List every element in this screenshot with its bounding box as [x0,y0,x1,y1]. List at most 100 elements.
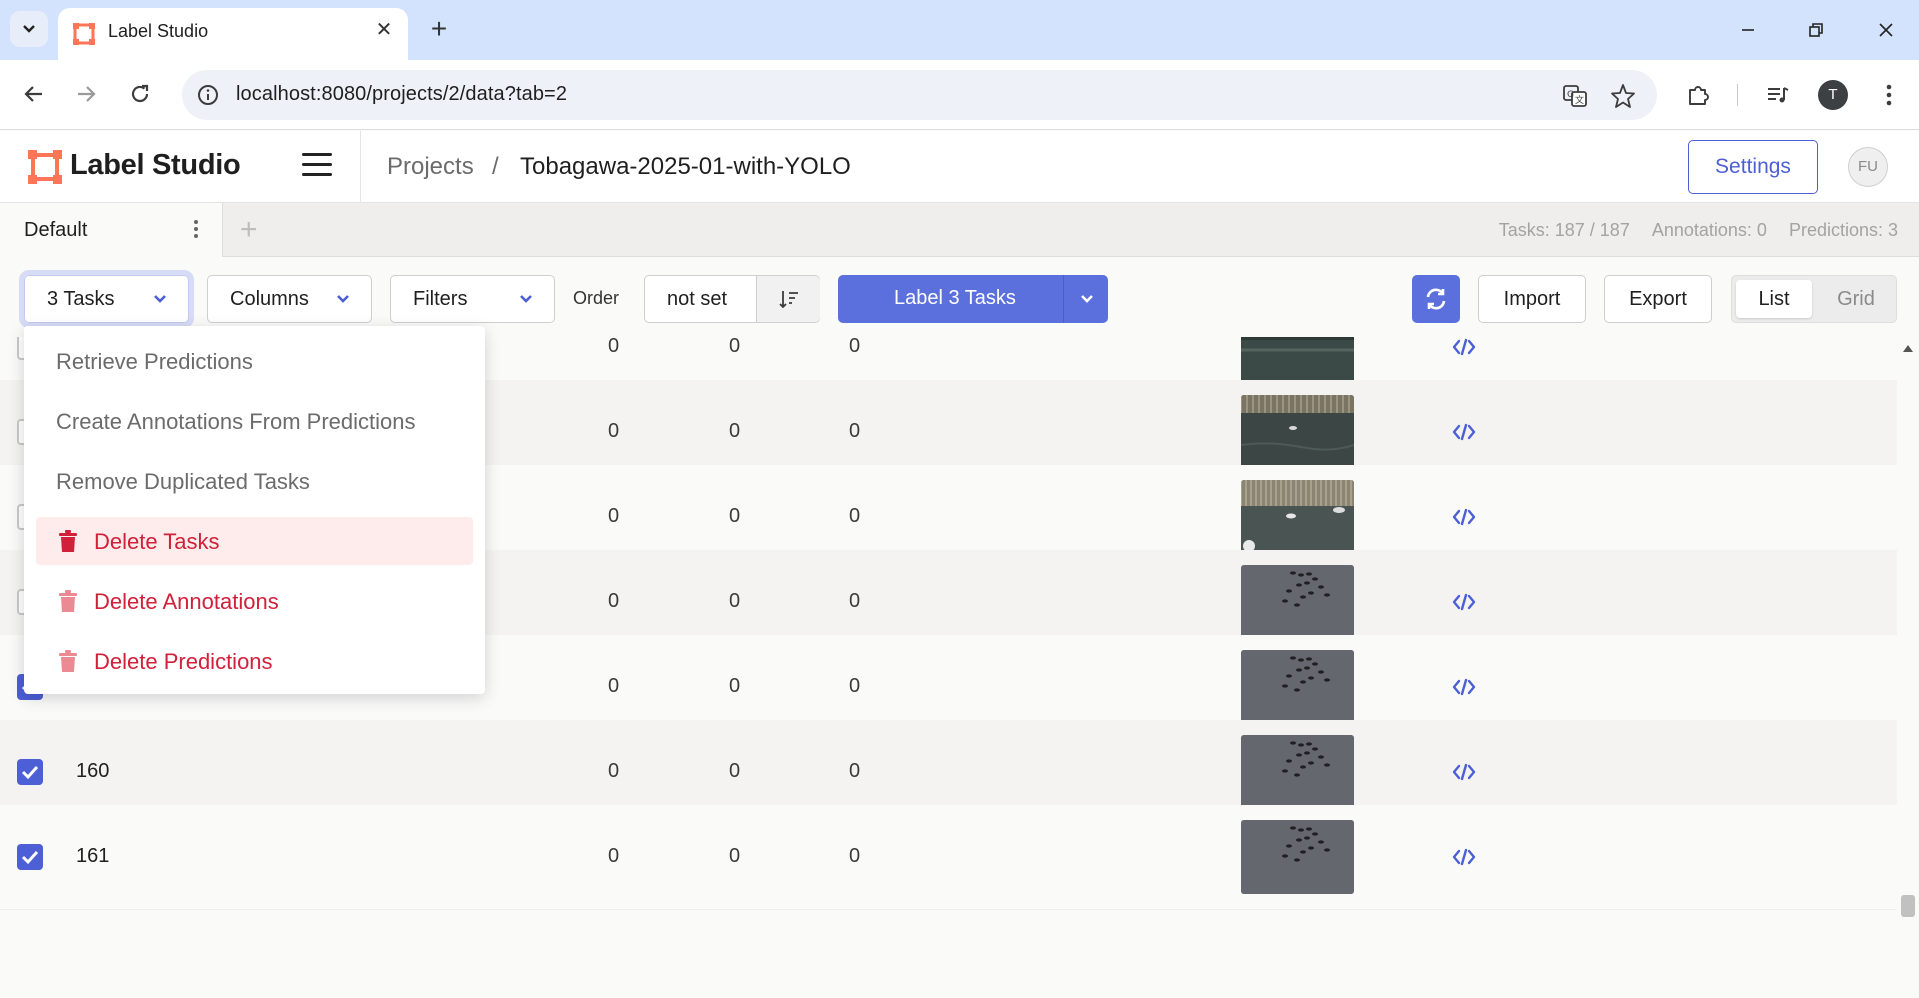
cell-cancelled: 0 [729,845,741,867]
chevron-down-icon [23,25,35,33]
code-icon[interactable] [1452,848,1476,866]
tab-default-label: Default [24,219,88,241]
profile-avatar[interactable]: T [1818,80,1848,110]
scrollbar-thumb[interactable] [1901,895,1915,917]
cell-cancelled: 0 [729,675,741,697]
browser-menu-button[interactable] [1874,80,1904,110]
label-tasks-label: Label 3 Tasks [894,287,1016,309]
order-value[interactable]: not set [667,288,727,311]
close-icon [1879,23,1893,37]
columns-label: Columns [230,288,309,310]
back-button[interactable] [14,74,54,114]
minimize-button[interactable] [1724,10,1772,50]
arrow-left-icon [24,86,42,102]
task-image-thumbnail[interactable] [1241,565,1354,639]
cell-cancelled: 0 [729,420,741,442]
tab-default[interactable]: Default [0,203,223,257]
close-window-button[interactable] [1862,10,1910,50]
task-image-thumbnail[interactable] [1241,650,1354,724]
puzzle-icon [1689,86,1709,105]
refresh-button[interactable] [1412,275,1460,323]
tab-options-icon[interactable] [192,217,200,241]
tasks-actions-button[interactable]: 3 Tasks [19,270,194,328]
menu-item-delete-predictions[interactable]: Delete Predictions [36,637,473,685]
cell-predictions: 0 [849,505,861,527]
filters-label: Filters [413,288,468,310]
task-image-thumbnail[interactable] [1241,735,1354,809]
browser-tab[interactable]: Label Studio ✕ [58,8,408,60]
menu-item-label: Create Annotations From Predictions [56,409,416,434]
code-icon[interactable] [1452,423,1476,441]
import-button[interactable]: Import [1478,275,1586,323]
refresh-icon [1426,288,1446,310]
view-mode-toggle: List Grid [1731,275,1897,323]
site-info-icon[interactable] [196,83,220,107]
logo-text[interactable]: Label Studio [70,149,241,182]
reload-button[interactable] [120,74,160,114]
media-controls-button[interactable] [1763,80,1793,110]
code-icon[interactable] [1452,763,1476,781]
order-label: Order [573,288,620,308]
menu-item-delete-tasks[interactable]: Delete Tasks [36,517,473,565]
new-tab-button[interactable]: + [424,14,454,44]
task-image-thumbnail[interactable] [1241,337,1354,384]
label-tasks-button[interactable]: Label 3 Tasks [838,275,1108,323]
table-row[interactable]: 161 0 0 0 [0,805,1897,910]
cell-completed: 0 [608,420,620,442]
translate-icon[interactable]: G文 [1562,83,1588,109]
cell-completed: 0 [608,760,620,782]
list-view-button[interactable]: List [1736,280,1812,318]
cell-completed: 0 [608,675,620,697]
cell-cancelled: 0 [729,337,741,357]
columns-button[interactable]: Columns [207,275,372,323]
bookmark-star-icon[interactable] [1610,83,1636,109]
checkmark-icon [21,765,39,780]
hamburger-menu-icon[interactable] [302,153,332,179]
extensions-button[interactable] [1684,80,1714,110]
task-image-thumbnail[interactable] [1241,820,1354,894]
tab-close-icon[interactable]: ✕ [370,16,398,44]
cell-completed: 0 [608,845,620,867]
table-scrollbar[interactable] [1897,337,1919,998]
media-queue-icon [1768,87,1789,103]
forward-button[interactable] [66,74,106,114]
add-view-tab-button[interactable]: + [240,213,258,247]
filters-button[interactable]: Filters [390,275,555,323]
scroll-up-arrow-icon[interactable] [1902,343,1914,353]
grid-view-button[interactable]: Grid [1820,280,1892,318]
trash-icon [59,530,77,552]
label-studio-logo-icon[interactable] [28,150,62,184]
breadcrumb-projects-link[interactable]: Projects [387,153,474,181]
code-icon[interactable] [1452,338,1476,356]
menu-item-label: Delete Predictions [94,649,273,674]
data-manager-toolbar: 3 Tasks Columns Filters Order not set La… [0,257,1919,337]
address-bar[interactable]: localhost:8080/projects/2/data?tab=2 G文 [182,70,1657,120]
trash-icon [59,650,77,672]
menu-item-create-annotations-from-predictions[interactable]: Create Annotations From Predictions [36,397,473,445]
menu-item-delete-annotations[interactable]: Delete Annotations [36,577,473,625]
label-button-divider [1063,275,1064,323]
settings-button[interactable]: Settings [1688,140,1818,194]
sort-direction-button[interactable] [756,276,820,322]
toolbar-divider [1737,84,1738,106]
code-icon[interactable] [1452,593,1476,611]
browser-tabstrip: Label Studio ✕ + [0,0,1919,60]
row-checkbox[interactable] [17,759,43,785]
task-image-thumbnail[interactable] [1241,480,1354,554]
user-avatar[interactable]: FU [1848,147,1888,187]
export-button[interactable]: Export [1604,275,1712,323]
code-icon[interactable] [1452,508,1476,526]
browser-toolbar: localhost:8080/projects/2/data?tab=2 G文 … [0,60,1919,130]
chevron-down-icon [337,295,349,303]
order-selector[interactable]: not set [644,275,820,323]
menu-item-label: Remove Duplicated Tasks [56,469,310,494]
chevron-down-icon[interactable] [1079,293,1095,305]
row-checkbox[interactable] [17,844,43,870]
code-icon[interactable] [1452,678,1476,696]
restore-button[interactable] [1792,10,1840,50]
menu-item-retrieve-predictions[interactable]: Retrieve Predictions [36,337,473,385]
tab-search-button[interactable] [10,11,48,47]
reload-icon [131,84,149,103]
task-image-thumbnail[interactable] [1241,395,1354,469]
menu-item-remove-duplicated-tasks[interactable]: Remove Duplicated Tasks [36,457,473,505]
